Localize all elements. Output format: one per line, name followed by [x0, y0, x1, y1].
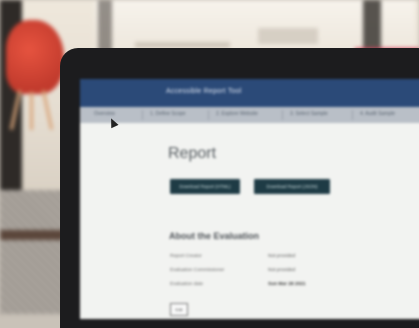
report-creator-label: Report Creator — [170, 254, 202, 259]
download-html-button[interactable]: Download Report (HTML) — [170, 179, 240, 194]
nav-divider — [352, 110, 353, 120]
chair-leg — [30, 92, 33, 130]
nav-item-explore-website[interactable]: 2. Explore Website — [216, 111, 258, 117]
report-creator-value: Not provided — [268, 254, 296, 259]
evaluation-date-label: Evaluation date — [170, 282, 204, 287]
step-nav: Overview 1. Define Scope 2. Explore Webs… — [80, 107, 419, 123]
nav-item-define-scope[interactable]: 1. Define Scope — [150, 111, 186, 117]
nav-item-select-sample[interactable]: 3. Select Sample — [290, 111, 328, 117]
section-title: About the Evaluation — [169, 231, 259, 241]
nav-item-overview[interactable]: Overview — [94, 111, 115, 117]
nav-divider — [282, 110, 283, 120]
app-title: Accessible Report Tool — [166, 88, 242, 95]
nav-item-audit-sample[interactable]: 4. Audit Sample — [360, 111, 395, 117]
laptop-screen: Accessible Report Tool Overview 1. Defin… — [80, 79, 419, 319]
edit-button[interactable]: Edit — [170, 303, 188, 316]
nav-divider — [208, 110, 209, 120]
evaluation-commissioner-value: Not provided — [268, 268, 296, 273]
shelf — [258, 28, 318, 44]
evaluation-date-value: Sun Mar 28 2021 — [268, 282, 306, 287]
app-header: Accessible Report Tool — [80, 79, 419, 107]
evaluation-commissioner-label: Evaluation Commissioner — [170, 268, 225, 273]
page-title: Report — [168, 145, 217, 162]
nav-divider — [142, 110, 143, 120]
red-chair — [6, 20, 64, 94]
download-json-button[interactable]: Download Report (JSON) — [254, 179, 330, 194]
